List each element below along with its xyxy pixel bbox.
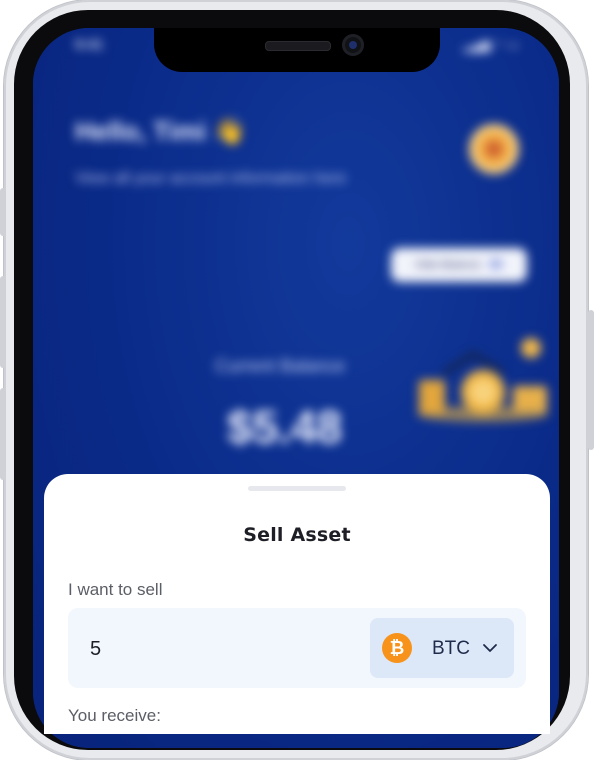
selected-asset-label: BTC [432, 638, 470, 659]
balance-amount: $5.48 [227, 401, 343, 453]
volume-down-button [0, 388, 6, 480]
sell-asset-sheet: Sell Asset I want to sell ₿ BTC You rece… [44, 474, 550, 734]
notch [154, 28, 440, 72]
greeting-text: Hello, Timi 👋 [75, 116, 246, 146]
asset-select[interactable]: ₿ BTC [370, 618, 514, 678]
speaker-grille [265, 41, 331, 51]
hide-balance-button[interactable]: Hide Balance [391, 248, 527, 282]
avatar[interactable] [469, 124, 519, 174]
status-time: 9:41 [75, 36, 104, 52]
chevron-down-icon [482, 640, 498, 656]
sell-amount-field: ₿ BTC [68, 608, 526, 688]
greeting-subtitle: View all your account information here [75, 170, 346, 187]
front-camera [342, 34, 364, 56]
sell-amount-label: I want to sell [68, 580, 163, 599]
receive-label: You receive: [68, 706, 161, 725]
sheet-grabber[interactable] [248, 486, 346, 491]
power-button [588, 310, 594, 450]
status-icons: ▂▄▆ ◠ ▭ [463, 38, 519, 52]
volume-up-button [0, 276, 6, 368]
bitcoin-icon: ₿ [382, 633, 412, 663]
eye-icon [488, 258, 503, 272]
hide-balance-label: Hide Balance [415, 259, 481, 271]
coins-illustration [413, 334, 553, 424]
sheet-title: Sell Asset [243, 524, 351, 546]
sell-amount-input[interactable] [88, 630, 342, 668]
current-balance-label: Current Balance [215, 356, 346, 376]
mute-switch [0, 188, 6, 236]
